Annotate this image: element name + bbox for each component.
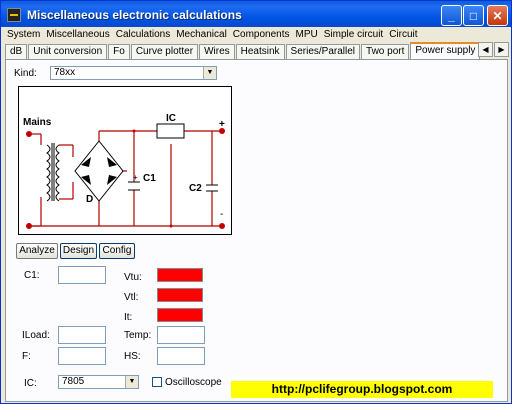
config-button[interactable]: Config bbox=[99, 243, 135, 259]
menu-bar: System Miscellaneous Calculations Mechan… bbox=[1, 27, 511, 41]
vtu-indicator bbox=[157, 268, 203, 282]
tab-series-parallel[interactable]: Series/Parallel bbox=[285, 44, 361, 59]
temp-label: Temp: bbox=[124, 330, 152, 341]
iload-input[interactable] bbox=[58, 326, 106, 344]
c1-polarity-label: + bbox=[133, 173, 138, 182]
menu-circuit[interactable]: Circuit bbox=[389, 29, 417, 40]
f-label: F: bbox=[22, 351, 31, 362]
menu-system[interactable]: System bbox=[7, 29, 40, 40]
maximize-button[interactable]: □ bbox=[463, 5, 484, 26]
kind-select[interactable]: 78xx ▼ bbox=[50, 66, 217, 80]
tab-scroll-left-button[interactable]: ◀ bbox=[478, 42, 493, 57]
c1-input[interactable] bbox=[58, 266, 106, 284]
tab-db[interactable]: dB bbox=[5, 44, 28, 59]
oscilloscope-label: Oscilloscope bbox=[165, 377, 222, 388]
menu-miscellaneous[interactable]: Miscellaneous bbox=[46, 29, 109, 40]
tab-wires[interactable]: Wires bbox=[199, 44, 235, 59]
kind-value: 78xx bbox=[54, 67, 76, 78]
kind-label: Kind: bbox=[14, 68, 37, 79]
tab-heatsink[interactable]: Heatsink bbox=[235, 44, 285, 59]
tab-strip: dB Unit conversion Fo Curve plotter Wire… bbox=[5, 42, 507, 59]
it-label: It: bbox=[124, 312, 133, 323]
schematic-svg bbox=[26, 123, 225, 229]
minus-terminal-label: - bbox=[220, 209, 224, 220]
tab-unit-conversion[interactable]: Unit conversion bbox=[28, 44, 108, 59]
tab-scroll-right-button[interactable]: ▶ bbox=[494, 42, 509, 57]
ic-field-label: IC: bbox=[24, 378, 37, 389]
tab-fo[interactable]: Fo bbox=[108, 44, 130, 59]
diode-label: D bbox=[86, 194, 94, 205]
mains-label: Mains bbox=[23, 117, 52, 128]
design-button[interactable]: Design bbox=[60, 243, 97, 259]
analyze-button[interactable]: Analyze bbox=[16, 243, 58, 259]
ic-select-value: 7805 bbox=[62, 376, 85, 387]
vtu-label: Vtu: bbox=[124, 272, 142, 283]
menu-calculations[interactable]: Calculations bbox=[116, 29, 170, 40]
c1-field-label: C1: bbox=[24, 270, 40, 281]
f-input[interactable] bbox=[58, 347, 106, 365]
c2-label: C2 bbox=[189, 183, 202, 194]
temp-input[interactable] bbox=[157, 326, 205, 344]
chevron-down-icon: ▼ bbox=[203, 67, 216, 79]
tab-curve-plotter[interactable]: Curve plotter bbox=[130, 44, 199, 59]
ic-select[interactable]: 7805 ▼ bbox=[58, 375, 139, 389]
app-icon bbox=[7, 8, 21, 22]
app-window: Miscellaneous electronic calculations _ … bbox=[0, 0, 512, 404]
close-button[interactable]: ✕ bbox=[487, 5, 508, 26]
menu-simple-circuit[interactable]: Simple circuit bbox=[324, 29, 383, 40]
menu-mpu[interactable]: MPU bbox=[296, 29, 318, 40]
vtl-label: Vtl: bbox=[124, 292, 139, 303]
it-indicator bbox=[157, 308, 203, 322]
ic-label: IC bbox=[166, 113, 176, 124]
chevron-down-icon: ▼ bbox=[125, 376, 138, 388]
power-supply-panel: Kind: 78xx ▼ Mains IC C1 C2 D + + - Anal… bbox=[5, 59, 508, 402]
minimize-button[interactable]: _ bbox=[441, 5, 462, 26]
vtl-indicator bbox=[157, 288, 203, 302]
tab-two-port[interactable]: Two port bbox=[361, 44, 410, 59]
tab-power-supply[interactable]: Power supply bbox=[410, 42, 481, 59]
circuit-diagram: Mains IC C1 C2 D + + - bbox=[18, 86, 232, 235]
title-bar: Miscellaneous electronic calculations _ … bbox=[1, 1, 511, 29]
menu-mechanical[interactable]: Mechanical bbox=[176, 29, 227, 40]
window-title: Miscellaneous electronic calculations bbox=[27, 8, 242, 22]
c1-label: C1 bbox=[143, 173, 156, 184]
hs-label: HS: bbox=[124, 351, 141, 362]
oscilloscope-checkbox[interactable] bbox=[152, 377, 162, 387]
plus-terminal-label: + bbox=[219, 119, 225, 130]
menu-components[interactable]: Components bbox=[233, 29, 290, 40]
hs-input[interactable] bbox=[157, 347, 205, 365]
iload-label: ILoad: bbox=[22, 330, 50, 341]
url-banner: http://pclifegroup.blogspot.com bbox=[231, 381, 493, 398]
